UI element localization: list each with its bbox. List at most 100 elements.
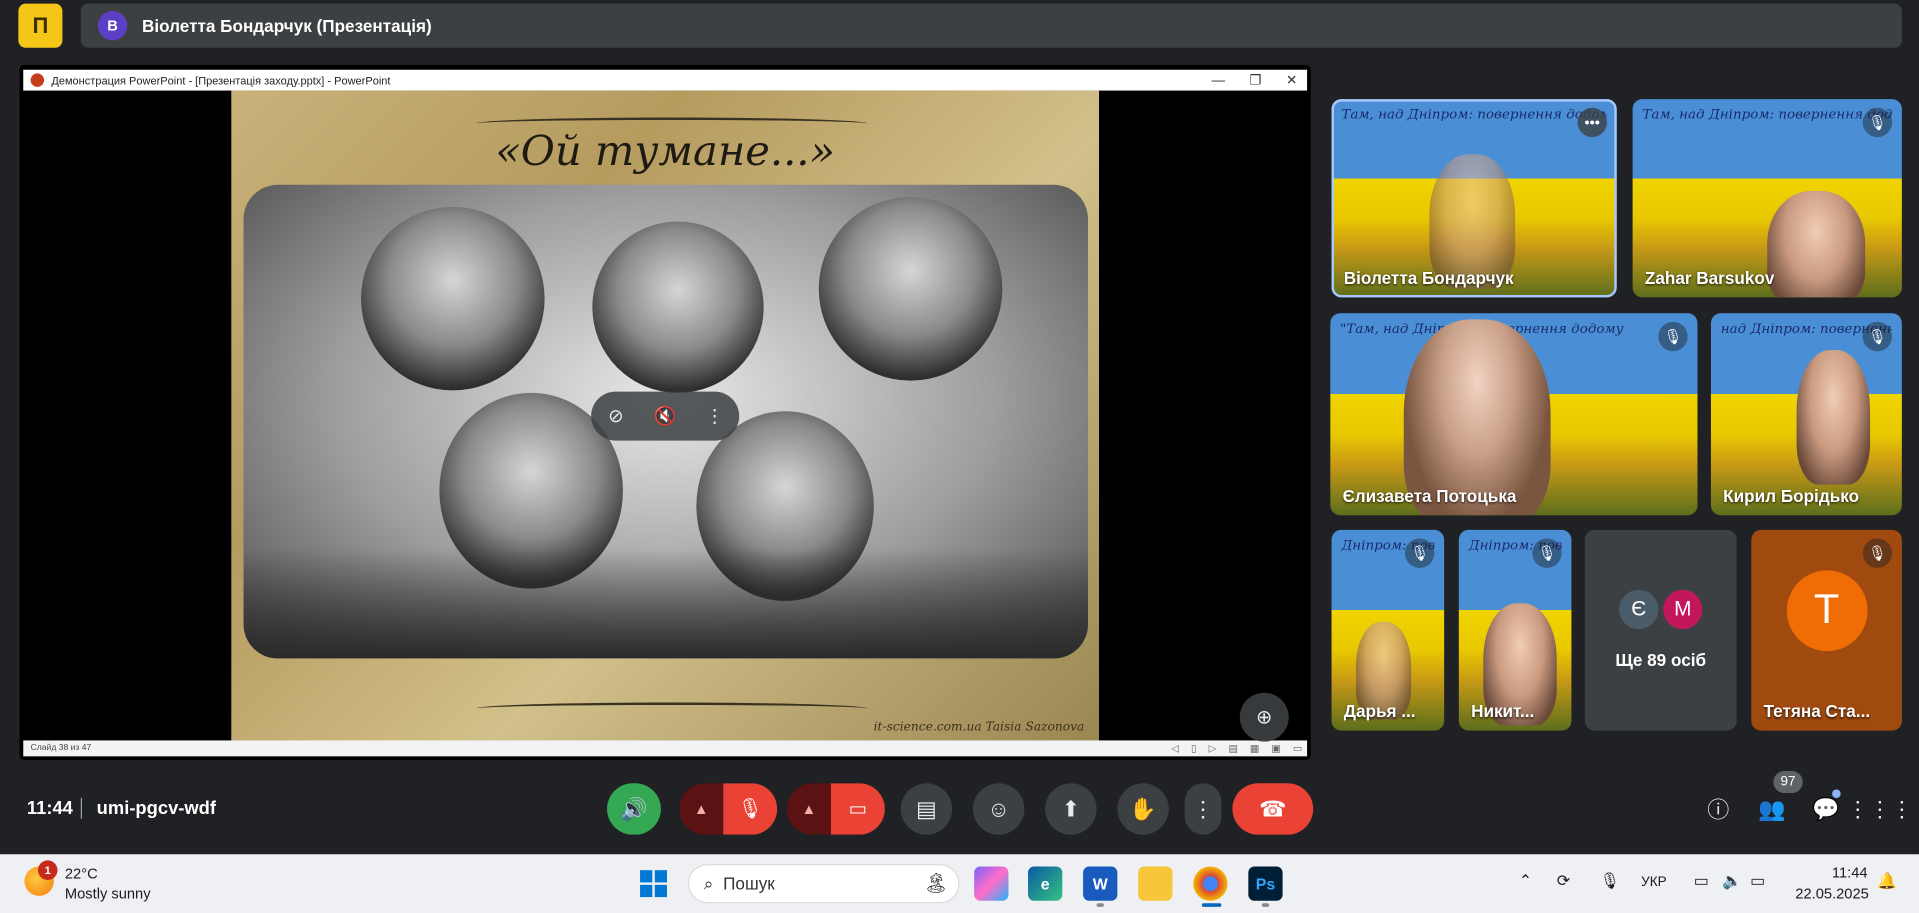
notifications-icon[interactable]: 🔔 <box>1877 871 1897 891</box>
people-count-badge: 97 <box>1773 771 1803 794</box>
participant-tile[interactable]: T 🎙 Тетяна Ста... <box>1751 529 1902 731</box>
captions-icon: ▤ <box>916 796 937 821</box>
mic-off-icon: 🎙 <box>737 799 763 820</box>
app-running-indicator <box>1096 903 1104 907</box>
powerpoint-icon <box>30 73 45 87</box>
participant-tile[interactable]: Дніпром: повернен 🎙 Никит... <box>1458 529 1572 731</box>
battery-icon[interactable]: ▭ <box>1750 871 1765 891</box>
presentation-screen: Демонстрация PowerPoint - [Презентація з… <box>19 64 1311 761</box>
participant-name: Тетяна Ста... <box>1763 701 1871 721</box>
notes-icon: ▯ <box>1191 742 1197 754</box>
weather-temperature[interactable]: 22°C <box>65 865 98 882</box>
participant-name: Дарья ... <box>1343 701 1416 721</box>
chat-icon: 💬 <box>1812 796 1840 821</box>
singer-photo <box>818 197 1003 381</box>
mic-off-icon: 🎙 <box>1862 321 1893 352</box>
powerpoint-statusbar: Слайд 38 из 47 ◁ ▯ ▷ ▤ ▦ ▣ ▭ <box>23 740 1308 757</box>
windows-logo-icon <box>640 870 653 883</box>
minimize-icon: — <box>1211 72 1225 88</box>
app-active-indicator <box>1201 903 1222 907</box>
mic-off-button[interactable]: 🎙 <box>723 783 778 835</box>
word-icon[interactable]: W <box>1083 866 1118 901</box>
activities-button[interactable]: ⋮⋮⋮ <box>1847 793 1913 825</box>
windows-logo-icon <box>640 884 653 898</box>
weather-condition[interactable]: Mostly sunny <box>65 885 151 902</box>
clock-date[interactable]: 22.05.2025 <box>1793 885 1869 902</box>
windows-logo-icon <box>654 884 667 898</box>
more-participants-label: Ще 89 осіб <box>1615 649 1707 670</box>
meeting-time: 11:44 <box>26 797 73 819</box>
taskbar: 1 22°C Mostly sunny ⌕ Пошук 🏝 e W Ps ⌃ ⟳… <box>0 854 1919 913</box>
camera-control[interactable]: ▲ ▭ <box>786 783 885 835</box>
participant-tile[interactable]: Там, над Дніпром: повернення додому 🎙 Za… <box>1632 99 1902 298</box>
mic-off-icon: 🎙 <box>1862 107 1893 138</box>
app-logo[interactable]: П <box>18 3 63 48</box>
camera-off-icon: ▭ <box>848 799 868 820</box>
mute-audio-icon[interactable]: 🔇 <box>650 401 679 430</box>
more-options-icon[interactable]: ••• <box>1577 107 1607 138</box>
more-options-icon[interactable]: ⋮ <box>700 401 729 430</box>
slide-flourish-bottom <box>476 702 868 714</box>
participant-tile[interactable]: Дніпром: повернен 🎙 Дарья ... <box>1331 529 1445 731</box>
microphone-control[interactable]: ▲ 🎙 <box>679 783 778 835</box>
sorter-view-icon: ▦ <box>1249 742 1260 754</box>
chrome-icon[interactable] <box>1193 866 1228 901</box>
show-hidden-icons-chevron-icon[interactable]: ⌃ <box>1519 871 1532 891</box>
file-explorer-icon[interactable] <box>1138 866 1173 901</box>
participant-avatar: Є <box>1616 587 1661 632</box>
taskbar-search[interactable]: ⌕ Пошук 🏝 <box>687 864 960 904</box>
microphone-icon[interactable]: 🎙 <box>1600 871 1620 891</box>
volume-icon[interactable]: 🔈 <box>1722 871 1742 891</box>
participant-tile[interactable]: над Дніпром: повернення 🎙 Кирил Борідько <box>1710 313 1902 516</box>
start-button[interactable] <box>640 870 667 898</box>
divider <box>80 797 82 819</box>
edge-icon[interactable]: e <box>1028 866 1063 901</box>
language-indicator[interactable]: УКР <box>1641 875 1666 890</box>
zoom-in-icon[interactable]: ⊕ <box>1239 692 1289 742</box>
hand-icon: ✋ <box>1129 796 1157 821</box>
mic-off-icon: 🎙 <box>1532 538 1562 568</box>
apps-grid-icon: ⋮⋮⋮ <box>1846 796 1913 821</box>
network-icon[interactable]: ▭ <box>1694 871 1709 891</box>
emoji-button[interactable]: ☺ <box>972 783 1025 835</box>
slideshow-view-icon: ▭ <box>1292 742 1303 754</box>
next-slide-icon: ▷ <box>1208 742 1217 754</box>
grass-overlay <box>243 548 1089 659</box>
participant-tile[interactable]: Там, над Дніпром: повернення додому ••• … <box>1331 99 1617 298</box>
more-participants-tile[interactable]: Є M Ще 89 осіб <box>1584 529 1737 731</box>
people-icon: 👥 <box>1758 796 1786 821</box>
weather-badge: 1 <box>37 860 58 880</box>
presenter-title: Віолетта Бондарчук (Презентація) <box>141 15 432 36</box>
present-button[interactable]: ⬆ <box>1045 783 1097 835</box>
copilot-icon[interactable] <box>974 866 1009 901</box>
chat-notification-dot <box>1832 789 1841 798</box>
meeting-info-button[interactable]: ⓘ <box>1702 793 1734 825</box>
search-highlight-icon: 🏝 <box>923 873 949 895</box>
slide-counter: Слайд 38 из 47 <box>30 744 92 753</box>
mic-options-chevron-icon[interactable]: ▲ <box>679 783 724 835</box>
participant-name: Віолетта Бондарчук <box>1343 268 1514 288</box>
more-options-button[interactable]: ⋮ <box>1184 783 1222 835</box>
powerpoint-window-title: Демонстрация PowerPoint - [Презентація з… <box>51 74 391 87</box>
tile-banner: Там, над Дніпром: повернення додому <box>1341 106 1607 123</box>
clock-time[interactable]: 11:44 <box>1828 864 1868 881</box>
raise-hand-button[interactable]: ✋ <box>1117 783 1169 835</box>
leave-call-button[interactable]: ☎ <box>1232 783 1314 835</box>
sync-icon[interactable]: ⟳ <box>1557 871 1570 891</box>
presentation-header[interactable]: В Віолетта Бондарчук (Презентація) <box>80 3 1902 48</box>
participant-name: Никит... <box>1471 701 1535 721</box>
people-button[interactable]: 👥 <box>1756 793 1788 825</box>
camera-options-chevron-icon[interactable]: ▲ <box>786 783 831 835</box>
mic-off-icon: 🎙 <box>1862 538 1893 568</box>
participant-tile[interactable]: "Там, над Дніпром: повернення додому 🎙 Є… <box>1330 313 1698 516</box>
camera-off-button[interactable]: ▭ <box>830 783 885 835</box>
participant-video <box>1796 350 1871 485</box>
speaker-button[interactable]: 🔊 <box>607 783 661 835</box>
captions-button[interactable]: ▤ <box>900 783 953 835</box>
photoshop-icon[interactable]: Ps <box>1248 866 1283 901</box>
close-icon: ✕ <box>1285 73 1298 89</box>
unpin-icon[interactable]: ⊘ <box>601 401 630 430</box>
prev-slide-icon: ◁ <box>1171 742 1179 754</box>
singer-photo <box>592 221 764 393</box>
participant-avatar: M <box>1660 587 1705 632</box>
